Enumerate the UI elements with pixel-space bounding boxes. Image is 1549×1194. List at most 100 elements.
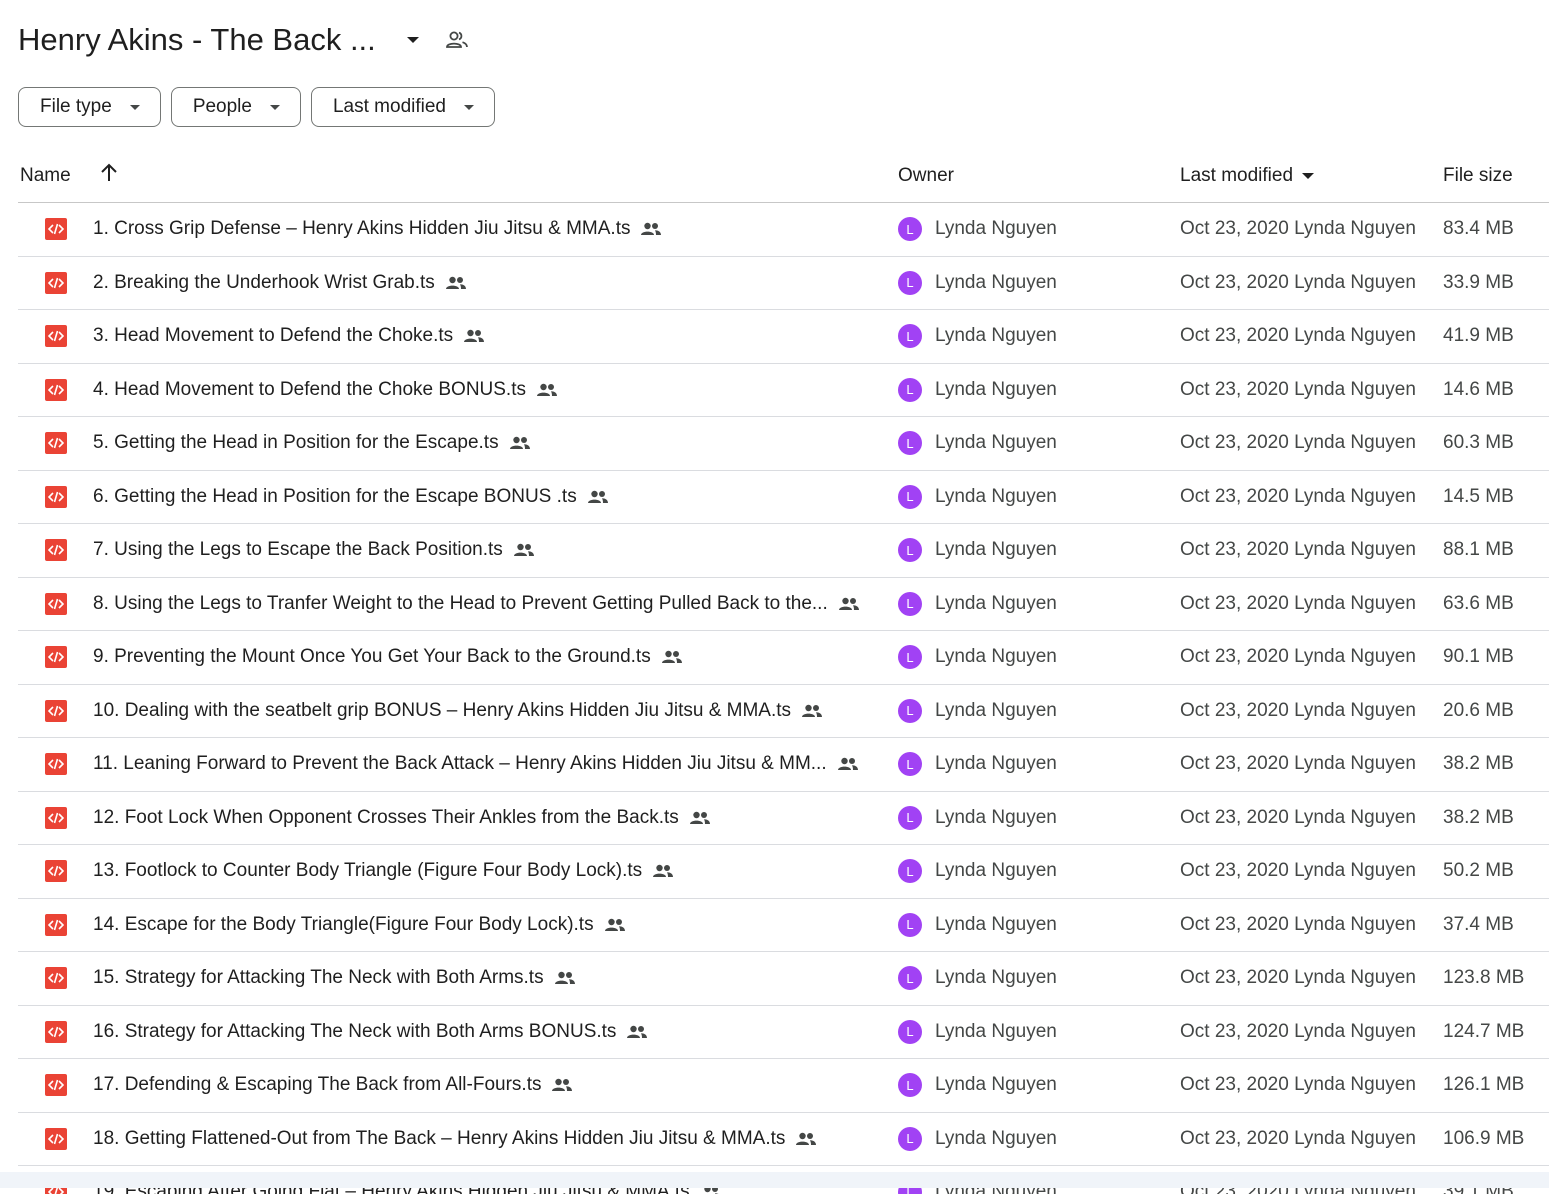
code-file-icon [45, 524, 67, 576]
table-row[interactable]: 7. Using the Legs to Escape the Back Pos… [18, 524, 1549, 578]
file-name-cell[interactable]: 11. Leaning Forward to Prevent the Back … [93, 738, 859, 790]
table-row[interactable]: 17. Defending & Escaping The Back from A… [18, 1059, 1549, 1113]
owner-name: Lynda Nguyen [935, 753, 1057, 774]
people-outline-icon[interactable] [442, 25, 472, 55]
table-row[interactable]: 15. Strategy for Attacking The Neck with… [18, 952, 1549, 1006]
file-name-cell[interactable]: 9. Preventing the Mount Once You Get You… [93, 631, 683, 683]
owner-avatar: L [898, 1126, 922, 1151]
file-name-cell[interactable]: 6. Getting the Head in Position for the … [93, 471, 609, 523]
owner-name: Lynda Nguyen [935, 913, 1057, 935]
shared-people-icon [795, 1132, 817, 1146]
table-row[interactable]: 1. Cross Grip Defense – Henry Akins Hidd… [18, 203, 1549, 257]
caret-down-icon [129, 104, 140, 110]
file-name-cell[interactable]: 14. Escape for the Body Triangle(Figure … [93, 899, 626, 951]
owner-cell: L Lynda Nguyen [898, 578, 1057, 630]
table-row[interactable]: 11. Leaning Forward to Prevent the Back … [18, 738, 1549, 792]
file-name: 4. Head Movement to Defend the Choke BON… [93, 378, 526, 400]
file-name-cell[interactable]: 13. Footlock to Counter Body Triangle (F… [93, 845, 674, 897]
file-name-cell[interactable]: 12. Foot Lock When Opponent Crosses Thei… [93, 792, 711, 844]
file-name: 6. Getting the Head in Position for the … [93, 485, 577, 507]
owner-cell: L Lynda Nguyen [898, 631, 1057, 683]
code-file-icon [45, 417, 67, 469]
shared-people-icon [509, 436, 531, 450]
chip-label: Last modified [332, 96, 446, 117]
table-row[interactable]: 14. Escape for the Body Triangle(Figure … [18, 899, 1549, 952]
last-modified-cell: Oct 23, 2020 Lynda Nguyen [1180, 539, 1416, 560]
column-header-file-size[interactable]: File size [1443, 165, 1513, 187]
shared-people-icon [640, 222, 662, 236]
file-name-cell[interactable]: 1. Cross Grip Defense – Henry Akins Hidd… [93, 203, 662, 255]
file-name: 10. Dealing with the seatbelt grip BONUS… [93, 699, 792, 721]
file-name: 18. Getting Flattened-Out from The Back … [93, 1127, 786, 1149]
table-row[interactable]: 18. Getting Flattened-Out from The Back … [18, 1113, 1549, 1166]
last-modified-filter-chip[interactable]: Last modified [310, 87, 495, 127]
file-size-cell: 37.4 MB [1443, 913, 1514, 935]
file-name-cell[interactable]: 10. Dealing with the seatbelt grip BONUS… [93, 685, 823, 737]
owner-avatar: L [898, 1073, 922, 1097]
table-row[interactable]: 4. Head Movement to Defend the Choke BON… [18, 364, 1549, 417]
file-name-cell[interactable]: 8. Using the Legs to Tranfer Weight to t… [93, 578, 860, 630]
file-name-cell[interactable]: 16. Strategy for Attacking The Neck with… [93, 1006, 648, 1058]
owner-name: Lynda Nguyen [935, 1127, 1057, 1149]
file-name-cell[interactable]: 5. Getting the Head in Position for the … [93, 417, 531, 469]
column-header-name[interactable]: Name [20, 165, 71, 187]
file-name-cell[interactable]: 17. Defending & Escaping The Back from A… [93, 1059, 573, 1111]
file-name-cell[interactable]: 15. Strategy for Attacking The Neck with… [93, 952, 576, 1004]
file-name: 11. Leaning Forward to Prevent the Back … [93, 753, 827, 774]
owner-name: Lynda Nguyen [935, 432, 1057, 453]
table-row[interactable]: 9. Preventing the Mount Once You Get You… [18, 631, 1549, 685]
code-file-icon [45, 845, 67, 897]
file-size-cell: 38.2 MB [1443, 753, 1514, 774]
owner-name: Lynda Nguyen [935, 485, 1057, 507]
last-modified-cell: Oct 23, 2020 Lynda Nguyen [1180, 1020, 1416, 1042]
shared-people-icon [689, 811, 711, 825]
shared-people-icon [626, 1025, 648, 1039]
owner-cell: L Lynda Nguyen [898, 952, 1057, 1004]
file-size-cell: 88.1 MB [1443, 539, 1514, 560]
table-header: Name Owner Last modified File size [18, 148, 1549, 203]
table-row[interactable]: 10. Dealing with the seatbelt grip BONUS… [18, 685, 1549, 738]
file-name-cell[interactable]: 3. Head Movement to Defend the Choke.ts [93, 310, 485, 362]
owner-name: Lynda Nguyen [935, 1074, 1057, 1095]
file-name: 3. Head Movement to Defend the Choke.ts [93, 325, 454, 346]
table-row[interactable]: 6. Getting the Head in Position for the … [18, 471, 1549, 524]
owner-cell: L Lynda Nguyen [898, 257, 1057, 309]
code-file-icon [45, 685, 67, 737]
file-name: 16. Strategy for Attacking The Neck with… [93, 1020, 617, 1042]
file-name-cell[interactable]: 18. Getting Flattened-Out from The Back … [93, 1113, 817, 1165]
table-row[interactable]: 16. Strategy for Attacking The Neck with… [18, 1006, 1549, 1059]
table-row[interactable]: 5. Getting the Head in Position for the … [18, 417, 1549, 471]
arrow-upward-icon[interactable] [100, 163, 118, 189]
last-modified-cell: Oct 23, 2020 Lynda Nguyen [1180, 271, 1416, 293]
arrow-drop-down-icon[interactable] [398, 25, 428, 55]
owner-name: Lynda Nguyen [935, 860, 1057, 881]
code-file-icon [45, 310, 67, 362]
file-name-cell[interactable]: 2. Breaking the Underhook Wrist Grab.ts [93, 257, 467, 309]
column-header-owner[interactable]: Owner [898, 165, 954, 187]
folder-title[interactable]: Henry Akins - The Back ... [18, 22, 376, 58]
owner-name: Lynda Nguyen [935, 806, 1057, 828]
code-file-icon [45, 471, 67, 523]
owner-cell: L Lynda Nguyen [898, 310, 1057, 362]
column-header-last-modified[interactable]: Last modified [1180, 165, 1315, 187]
table-row[interactable]: 2. Breaking the Underhook Wrist Grab.ts … [18, 257, 1549, 310]
owner-cell: L Lynda Nguyen [898, 1059, 1057, 1111]
owner-avatar: L [898, 324, 922, 348]
file-size-cell: 123.8 MB [1443, 967, 1525, 988]
table-row[interactable]: 12. Foot Lock When Opponent Crosses Thei… [18, 792, 1549, 845]
file-name: 12. Foot Lock When Opponent Crosses Thei… [93, 806, 679, 828]
owner-avatar: L [898, 912, 922, 937]
people-filter-chip[interactable]: People [170, 87, 301, 127]
file-name-cell[interactable]: 4. Head Movement to Defend the Choke BON… [93, 364, 558, 416]
file-size-cell: 63.6 MB [1443, 592, 1514, 614]
owner-cell: L Lynda Nguyen [898, 1113, 1057, 1165]
file-size-cell: 50.2 MB [1443, 860, 1514, 881]
last-modified-cell: Oct 23, 2020 Lynda Nguyen [1180, 432, 1416, 453]
table-row[interactable]: 3. Head Movement to Defend the Choke.ts … [18, 310, 1549, 364]
table-row[interactable]: 8. Using the Legs to Tranfer Weight to t… [18, 578, 1549, 631]
file-type-filter-chip[interactable]: File type [18, 87, 161, 127]
code-file-icon [45, 578, 67, 630]
file-name-cell[interactable]: 7. Using the Legs to Escape the Back Pos… [93, 524, 535, 576]
table-row[interactable]: 13. Footlock to Counter Body Triangle (F… [18, 845, 1549, 899]
file-size-cell: 124.7 MB [1443, 1020, 1525, 1042]
